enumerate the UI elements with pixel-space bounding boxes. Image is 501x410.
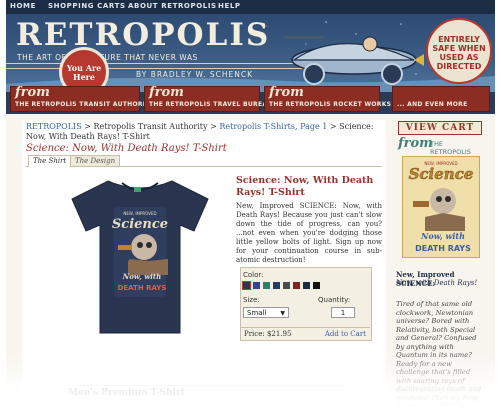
color-swatch-navy[interactable] bbox=[242, 281, 251, 290]
product-description: New, Improved SCIENCE: Now, with Death R… bbox=[236, 202, 382, 264]
nav-about[interactable]: ABOUT RETROPOLIS bbox=[128, 2, 217, 10]
size-select-value: Small bbox=[247, 309, 267, 317]
price-bar: Price: $21.95 Add to Cart bbox=[240, 327, 370, 340]
sidebar: VIEW CART from THE RETROPOLIS TRANSIT AU… bbox=[392, 120, 489, 410]
section-from-label: from bbox=[15, 85, 50, 100]
nav-shopping-carts[interactable]: SHOPPING CARTS bbox=[48, 2, 126, 10]
color-swatch-blue[interactable] bbox=[273, 282, 280, 289]
tagline: THE ART OF THE FUTURE THAT NEVER WAS bbox=[17, 53, 198, 62]
mens-premium-heading: Men's Premium T-Shirt bbox=[68, 388, 185, 398]
nav-home[interactable]: HOME bbox=[10, 2, 36, 10]
top-nav: HOME SHOPPING CARTS ABOUT RETROPOLIS HEL… bbox=[6, 0, 495, 14]
quantity-label: Quantity: bbox=[318, 296, 351, 304]
product-tabs: The Shirt The Design bbox=[26, 155, 382, 167]
divider bbox=[68, 385, 348, 386]
section-travel-bureau[interactable]: from THE RETROPOLIS TRAVEL BUREAU bbox=[144, 85, 272, 112]
banner-stripes bbox=[6, 63, 306, 69]
tab-the-design[interactable]: The Design bbox=[70, 155, 121, 166]
breadcrumb-home[interactable]: RETROPOLIS bbox=[26, 122, 82, 131]
section-transit-authority[interactable]: from THE RETROPOLIS TRANSIT AUTHORITY bbox=[10, 85, 154, 112]
color-swatch-charcoal[interactable] bbox=[283, 282, 290, 289]
main-content: RETROPOLIS > Retropolis Transit Authorit… bbox=[22, 120, 386, 410]
color-swatch-black[interactable] bbox=[313, 282, 320, 289]
product-title: Science: Now, With Death Rays! T-Shirt bbox=[236, 175, 374, 198]
color-swatch-teal[interactable] bbox=[263, 282, 270, 289]
quantity-input[interactable]: 1 bbox=[331, 307, 355, 318]
section-label: THE RETROPOLIS ROCKET WORKS bbox=[269, 101, 392, 108]
section-from-label: from bbox=[269, 85, 304, 100]
price-label: Price: $21.95 bbox=[244, 330, 292, 338]
poster-rays-text: DEATH RAYS bbox=[415, 244, 471, 253]
color-swatch-royal[interactable] bbox=[253, 282, 260, 289]
site-logo[interactable]: RETROPOLIS bbox=[16, 17, 270, 53]
design-poster-image[interactable]: NEW, IMPROVED Science Now, with DEATH RA… bbox=[402, 156, 480, 258]
site: HOME SHOPPING CARTS ABOUT RETROPOLIS HEL… bbox=[6, 0, 495, 410]
color-swatch-midnight[interactable] bbox=[303, 282, 310, 289]
byline: BY BRADLEY W. SCHENCK bbox=[136, 70, 254, 79]
nav-help[interactable]: HELP bbox=[218, 2, 241, 10]
sidebar-subtitle: Now, with Death Rays! bbox=[396, 279, 478, 287]
breadcrumb-section: Retropolis Transit Authority bbox=[93, 122, 208, 131]
page-title: Science: Now, With Death Rays! T-Shirt bbox=[26, 143, 227, 154]
sidebar-body: Tired of that same old clockwork, Newton… bbox=[396, 300, 482, 410]
color-label: Color: bbox=[243, 271, 264, 279]
section-from-label: from bbox=[149, 85, 184, 100]
section-label: THE RETROPOLIS TRAVEL BUREAU bbox=[149, 101, 273, 108]
tab-the-shirt[interactable]: The Shirt bbox=[28, 155, 72, 167]
rocket-car-illustration bbox=[284, 36, 424, 85]
size-label: Size: bbox=[243, 296, 260, 304]
product-image-tshirt: NEW, IMPROVED Science Now, with DEATH RA… bbox=[71, 180, 209, 334]
breadcrumb-separator: > bbox=[81, 122, 94, 131]
add-to-cart-link[interactable]: Add to Cart bbox=[325, 330, 366, 338]
size-select[interactable]: Small ▼ bbox=[243, 307, 289, 318]
shirt-art-sub: Now, with bbox=[122, 272, 161, 281]
shirt-art-rays: DEATH RAYS bbox=[118, 284, 167, 292]
section-rocket-works[interactable]: from THE RETROPOLIS ROCKET WORKS bbox=[264, 85, 391, 112]
breadcrumb-separator: > bbox=[207, 122, 220, 131]
color-swatch-red[interactable] bbox=[293, 282, 300, 289]
sidebar-from-label: from bbox=[398, 136, 433, 151]
poster-main-text: Science bbox=[409, 165, 474, 183]
shirt-art-top: NEW, IMPROVED bbox=[123, 211, 156, 216]
poster-sub-text: Now, with bbox=[420, 231, 465, 241]
breadcrumb-category[interactable]: Retropolis T-Shirts, Page 1 bbox=[219, 122, 327, 131]
shirt-art-main: Science bbox=[112, 217, 168, 232]
chevron-down-icon: ▼ bbox=[280, 310, 285, 317]
section-and-even-more[interactable]: ... AND EVEN MORE bbox=[392, 86, 490, 112]
breadcrumb-separator: > bbox=[327, 122, 340, 131]
header-banner: RETROPOLIS THE ART OF THE FUTURE THAT NE… bbox=[6, 14, 495, 92]
safety-seal: ENTIRELY SAFE WHEN USED AS DIRECTED bbox=[426, 18, 492, 84]
section-label: THE RETROPOLIS TRANSIT AUTHORITY bbox=[15, 101, 155, 108]
breadcrumb: RETROPOLIS > Retropolis Transit Authorit… bbox=[26, 122, 382, 142]
view-cart-button[interactable]: VIEW CART bbox=[398, 121, 482, 135]
section-label: ... AND EVEN MORE bbox=[397, 101, 468, 108]
